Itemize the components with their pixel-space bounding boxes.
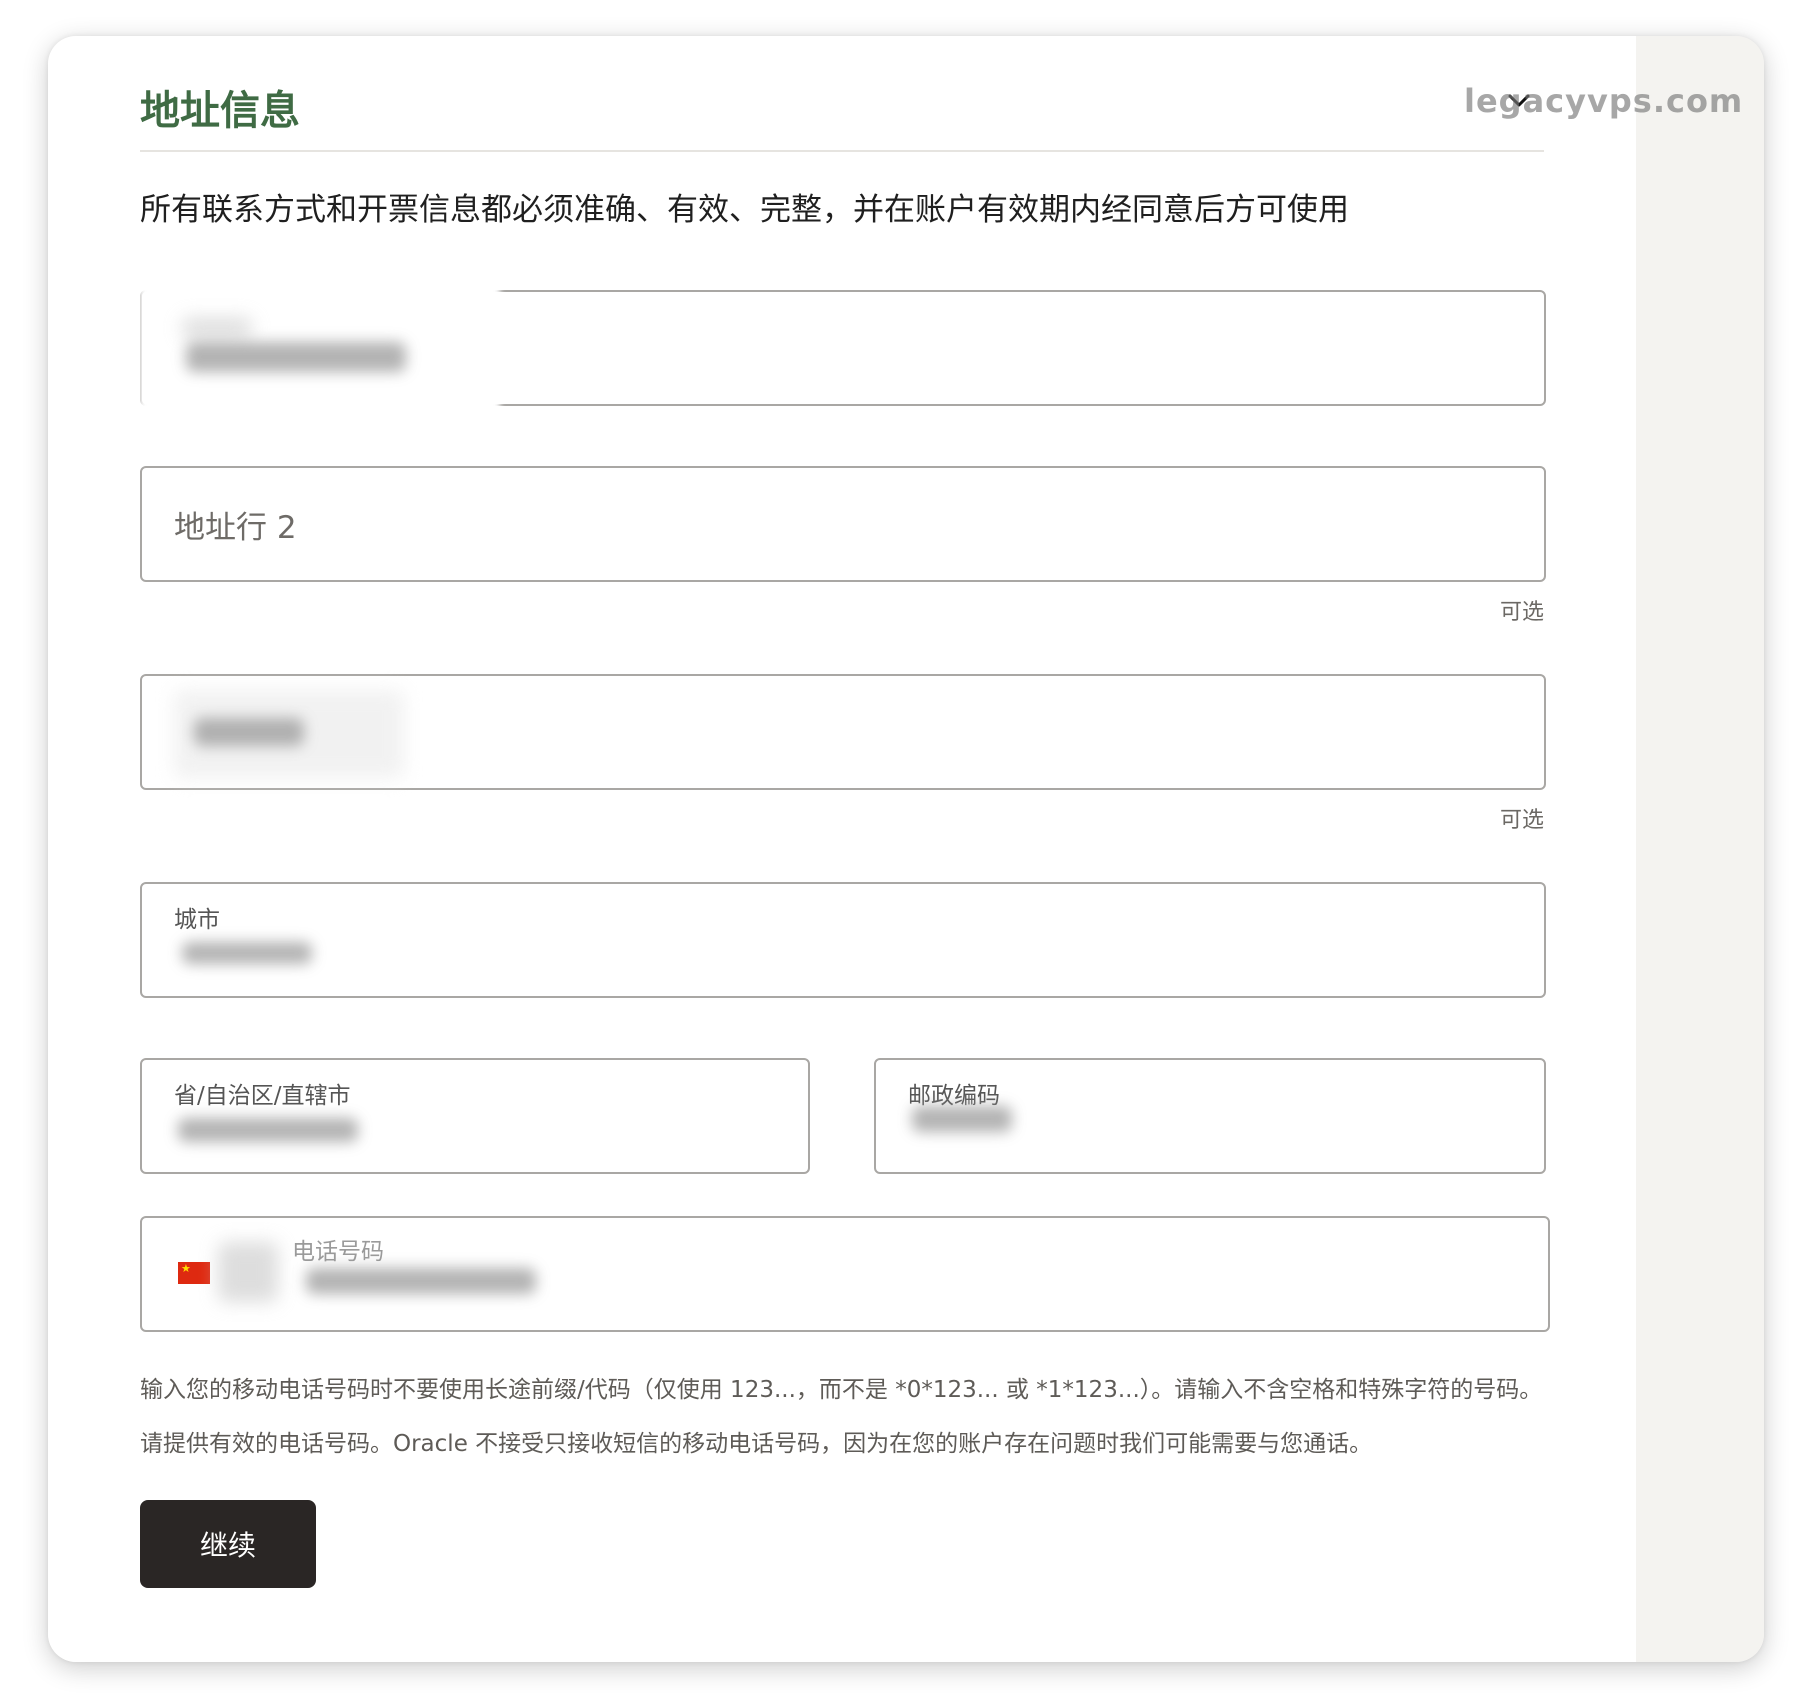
redacted-value: [306, 1268, 536, 1294]
page-frame: 地址信息 所有联系方式和开票信息都必须准确、有效、完整，并在账户有效期内经同意后…: [48, 36, 1764, 1662]
redacted-value: [182, 942, 312, 964]
province-label: 省/自治区/直辖市: [174, 1083, 351, 1109]
postal-code-label: 邮政编码: [908, 1083, 1000, 1109]
address-card: 地址信息 所有联系方式和开票信息都必须准确、有效、完整，并在账户有效期内经同意后…: [48, 36, 1636, 1662]
divider: [140, 150, 1544, 152]
province-field[interactable]: 省/自治区/直辖市: [140, 1058, 810, 1174]
address-line3-optional-hint: 可选: [1500, 808, 1545, 833]
right-margin-strip: [1636, 36, 1764, 1662]
china-flag-icon[interactable]: ★: [178, 1262, 210, 1284]
redacted-label: [182, 318, 252, 338]
city-label: 城市: [174, 907, 220, 933]
continue-button[interactable]: 继续: [140, 1500, 316, 1588]
address-line1-field[interactable]: [140, 258, 1546, 442]
phone-help-line1: 输入您的移动电话号码时不要使用长途前缀/代码（仅使用 123...，而不是 *0…: [140, 1377, 1543, 1403]
phone-label: 电话号码: [292, 1239, 384, 1265]
address-line2-field[interactable]: 地址行 2: [140, 466, 1546, 582]
redacted-value: [178, 1118, 358, 1142]
notice-text: 所有联系方式和开票信息都必须准确、有效、完整，并在账户有效期内经同意后方可使用: [140, 192, 1349, 228]
redacted-country-code: [218, 1242, 278, 1302]
redacted-value: [912, 1106, 1012, 1132]
postal-code-field[interactable]: 邮政编码: [874, 1058, 1546, 1174]
city-field[interactable]: 城市: [140, 882, 1546, 998]
section-title: 地址信息: [140, 88, 300, 134]
address-line2-optional-hint: 可选: [1500, 600, 1545, 625]
redacted-value: [194, 718, 304, 746]
redacted-value: [186, 342, 406, 372]
address-line3-field[interactable]: [140, 674, 1546, 790]
phone-help-line2: 请提供有效的电话号码。Oracle 不接受只接收短信的移动电话号码，因为在您的账…: [140, 1431, 1373, 1457]
phone-field[interactable]: ★ 电话号码: [140, 1216, 1550, 1332]
address-line2-placeholder: 地址行 2: [174, 510, 297, 546]
watermark: legacyvps.com: [1464, 82, 1744, 120]
